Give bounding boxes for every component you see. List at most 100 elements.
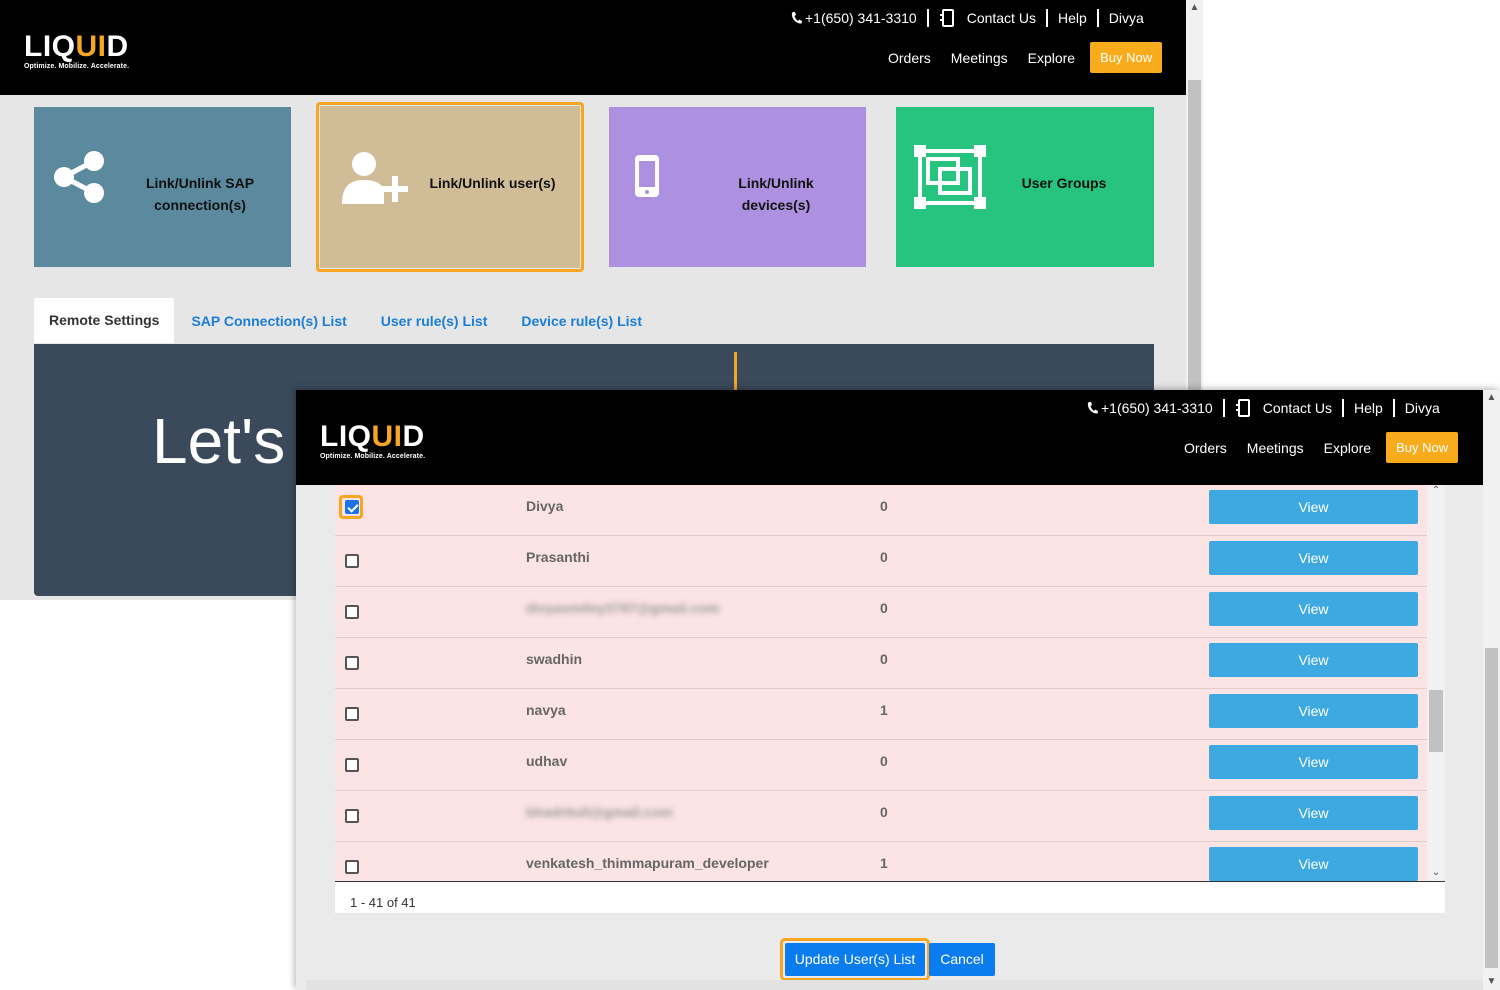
nav-orders[interactable]: Orders [888,50,931,66]
view-button[interactable]: View [1209,541,1418,575]
help-link[interactable]: Help [1058,10,1087,26]
tile-label: User Groups [1021,175,1107,191]
user-table: Divya 0 View Prasanthi 0 View divyasmile… [335,485,1445,913]
user-name: Divya [526,498,564,514]
tile-label: Link/Unlink user(s) [429,175,556,191]
contact-us-link[interactable]: Contact Us [967,10,1036,26]
user-name: venkatesh_thimmapuram_developer [526,855,769,871]
row-checkbox[interactable] [345,758,359,772]
top-header: LIQUID Optimize. Mobilize. Accelerate. +… [0,0,1186,95]
tile-link-sap[interactable]: Link/Unlink SAP connection(s) [34,107,291,267]
top-header: LIQUID Optimize. Mobilize. Accelerate. +… [296,390,1483,485]
main-nav: Orders Meetings Explore Buy Now [868,42,1163,73]
table-row: venkatesh_thimmapuram_developer 1 View [335,842,1427,881]
contact-device-icon [1235,399,1250,417]
table-row: divyasmiley3797@gmail.com 0 View [335,587,1427,638]
buy-now-button[interactable]: Buy Now [1090,42,1163,73]
view-button[interactable]: View [1209,490,1418,524]
group-frame-icon [914,145,986,209]
tile-link-users[interactable]: Link/Unlink user(s) [320,106,580,268]
utility-nav: +1(650) 341-3310 Contact Us Help Divya [790,8,1144,28]
table-row: Divya 0 View [335,485,1427,536]
row-checkbox[interactable] [345,707,359,721]
contact-device-icon [939,9,954,27]
tile-label: Link/Unlink devices(s) [738,175,814,213]
user-table-body: Divya 0 View Prasanthi 0 View divyasmile… [335,485,1427,881]
nav-meetings[interactable]: Meetings [951,50,1008,66]
view-button[interactable]: View [1209,796,1418,830]
user-name: swadhin [526,651,583,667]
user-count: 1 [880,855,888,871]
tile-link-devices[interactable]: Link/Unlink devices(s) [609,107,866,267]
cancel-button[interactable]: Cancel [929,943,995,976]
user-count: 0 [880,498,888,514]
nav-meetings[interactable]: Meetings [1247,440,1304,456]
tile-label: Link/Unlink SAP connection(s) [145,175,255,213]
row-checkbox[interactable] [345,500,359,514]
row-checkbox[interactable] [345,860,359,874]
settings-tabs: Remote Settings SAP Connection(s) List U… [34,297,676,344]
table-scrollbar[interactable]: ⌃ ⌄ [1427,485,1445,881]
user-name-redacted: divyasmiley3797@gmail.com [526,600,720,616]
phone-icon [1087,402,1098,414]
table-row: bhadritull@gmail.com 0 View [335,791,1427,842]
nav-orders[interactable]: Orders [1184,440,1227,456]
view-button[interactable]: View [1209,592,1418,626]
view-button[interactable]: View [1209,643,1418,677]
user-count: 0 [880,804,888,820]
phone-icon [791,12,802,24]
foreground-screenshot: LIQUID Optimize. Mobilize. Accelerate. +… [296,390,1500,990]
row-checkbox[interactable] [345,554,359,568]
user-count: 0 [880,600,888,616]
tile-user-groups[interactable]: User Groups [896,107,1154,267]
user-menu[interactable]: Divya [1109,10,1144,26]
phone-number[interactable]: +1(650) 341-3310 [805,10,917,26]
table-row: navya 1 View [335,689,1427,740]
view-button[interactable]: View [1209,694,1418,728]
user-name-redacted: bhadritull@gmail.com [526,804,673,820]
scroll-up-arrow-icon[interactable]: ▲ [1188,2,1201,14]
nav-explore[interactable]: Explore [1324,440,1371,456]
table-divider [335,881,1445,882]
user-menu[interactable]: Divya [1405,400,1440,416]
main-nav: Orders Meetings Explore Buy Now [1164,432,1459,463]
user-count: 0 [880,651,888,667]
page-footer-strip [306,980,1483,990]
contact-us-link[interactable]: Contact Us [1263,400,1332,416]
tab-user-rules[interactable]: User rule(s) List [381,313,488,329]
buy-now-button[interactable]: Buy Now [1386,432,1459,463]
table-row: swadhin 0 View [335,638,1427,689]
tab-sap-connections[interactable]: SAP Connection(s) List [191,313,346,329]
view-button[interactable]: View [1209,745,1418,779]
user-count: 0 [880,753,888,769]
utility-nav: +1(650) 341-3310 Contact Us Help Divya [1086,398,1440,418]
liquid-logo[interactable]: LIQUID Optimize. Mobilize. Accelerate. [320,422,425,461]
user-name: navya [526,702,566,718]
user-name: Prasanthi [526,549,590,565]
page-scroll-thumb[interactable] [1485,648,1498,968]
phone-number[interactable]: +1(650) 341-3310 [1101,400,1213,416]
row-checkbox[interactable] [345,605,359,619]
table-scroll-thumb[interactable] [1429,690,1443,752]
update-users-button[interactable]: Update User(s) List [785,943,925,976]
chevron-up-icon[interactable]: ⌃ [1429,485,1443,497]
table-row: udhav 0 View [335,740,1427,791]
user-count: 1 [880,702,888,718]
row-checkbox[interactable] [345,809,359,823]
tab-device-rules[interactable]: Device rule(s) List [521,313,642,329]
scroll-up-arrow-icon[interactable]: ▲ [1485,392,1498,404]
nav-explore[interactable]: Explore [1028,50,1075,66]
mobile-icon [635,155,659,197]
tab-remote-settings[interactable]: Remote Settings [34,298,175,343]
user-count: 0 [880,549,888,565]
share-icon [54,151,104,203]
add-user-icon [342,152,408,204]
help-link[interactable]: Help [1354,400,1383,416]
view-button[interactable]: View [1209,847,1418,881]
row-checkbox[interactable] [345,656,359,670]
scroll-down-arrow-icon[interactable]: ▼ [1485,976,1498,988]
table-row: Prasanthi 0 View [335,536,1427,587]
chevron-down-icon[interactable]: ⌄ [1429,867,1443,879]
hero-text: Let's [152,405,286,477]
liquid-logo[interactable]: LIQUID Optimize. Mobilize. Accelerate. [24,32,129,71]
